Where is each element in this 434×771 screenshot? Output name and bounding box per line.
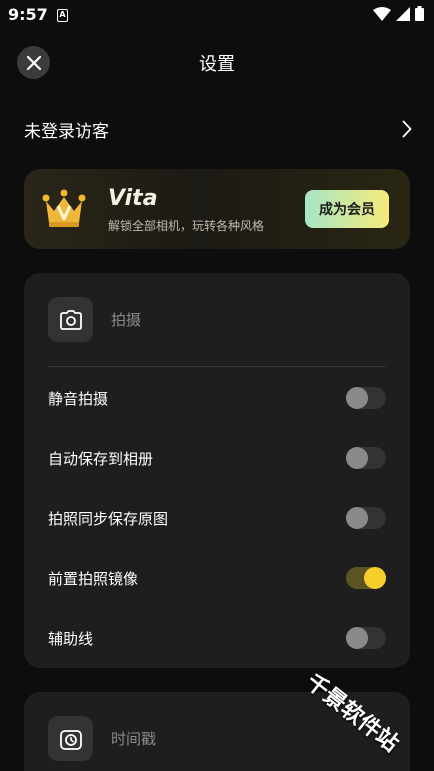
wifi-icon: [373, 6, 391, 21]
save-original-toggle[interactable]: [346, 507, 386, 529]
crown-icon: [42, 189, 86, 227]
status-bar: 9:57 A: [0, 0, 434, 32]
section-divider: [48, 366, 386, 367]
vip-banner[interactable]: Vita 解锁全部相机，玩转各种风格 成为会员: [24, 169, 410, 249]
vip-brand: Vita: [108, 186, 158, 211]
camera-icon: [59, 309, 82, 330]
account-label: 未登录访客: [24, 121, 109, 142]
timestamp-section-title: 时间戳: [111, 730, 157, 748]
setting-row-auto-save: 自动保存到相册: [48, 443, 386, 473]
setting-row-front-mirror: 前置拍照镜像: [48, 563, 386, 593]
setting-label: 前置拍照镜像: [48, 569, 139, 588]
shooting-settings-card: 拍摄 静音拍摄 自动保存到相册 拍照同步保存原图 前置拍照镜像 辅助线: [24, 273, 410, 668]
auto-save-toggle[interactable]: [346, 447, 386, 469]
account-row[interactable]: 未登录访客: [24, 116, 412, 142]
signal-icon: [396, 6, 410, 21]
clock-camera-icon: [59, 729, 82, 750]
setting-label: 辅助线: [48, 629, 94, 648]
become-member-button[interactable]: 成为会员: [305, 190, 389, 228]
toggle-knob: [346, 507, 368, 529]
page-title: 设置: [199, 54, 235, 75]
vip-subtitle: 解锁全部相机，玩转各种风格: [108, 219, 265, 233]
shooting-section-header: 拍摄: [48, 297, 141, 342]
setting-label: 拍照同步保存原图: [48, 509, 169, 528]
shooting-section-title: 拍摄: [111, 311, 142, 329]
status-icons: [373, 6, 424, 21]
grid-lines-toggle[interactable]: [346, 627, 386, 649]
toggle-knob: [364, 567, 386, 589]
silent-shot-toggle[interactable]: [346, 387, 386, 409]
setting-row-save-original: 拍照同步保存原图: [48, 503, 386, 533]
notification-a-icon: A: [57, 9, 68, 22]
toggle-knob: [346, 627, 368, 649]
timestamp-section-header: 时间戳: [48, 716, 156, 761]
chevron-right-icon: [402, 120, 412, 138]
setting-row-silent-shot: 静音拍摄: [48, 383, 386, 413]
toggle-knob: [346, 387, 368, 409]
toggle-knob: [346, 447, 368, 469]
front-mirror-toggle[interactable]: [346, 567, 386, 589]
setting-row-grid-lines: 辅助线: [48, 623, 386, 653]
setting-label: 自动保存到相册: [48, 449, 154, 468]
camera-icon-tile: [48, 297, 93, 342]
timestamp-icon-tile: [48, 716, 93, 761]
status-time: 9:57: [8, 5, 48, 24]
setting-label: 静音拍摄: [48, 389, 109, 408]
battery-icon: [415, 6, 424, 21]
